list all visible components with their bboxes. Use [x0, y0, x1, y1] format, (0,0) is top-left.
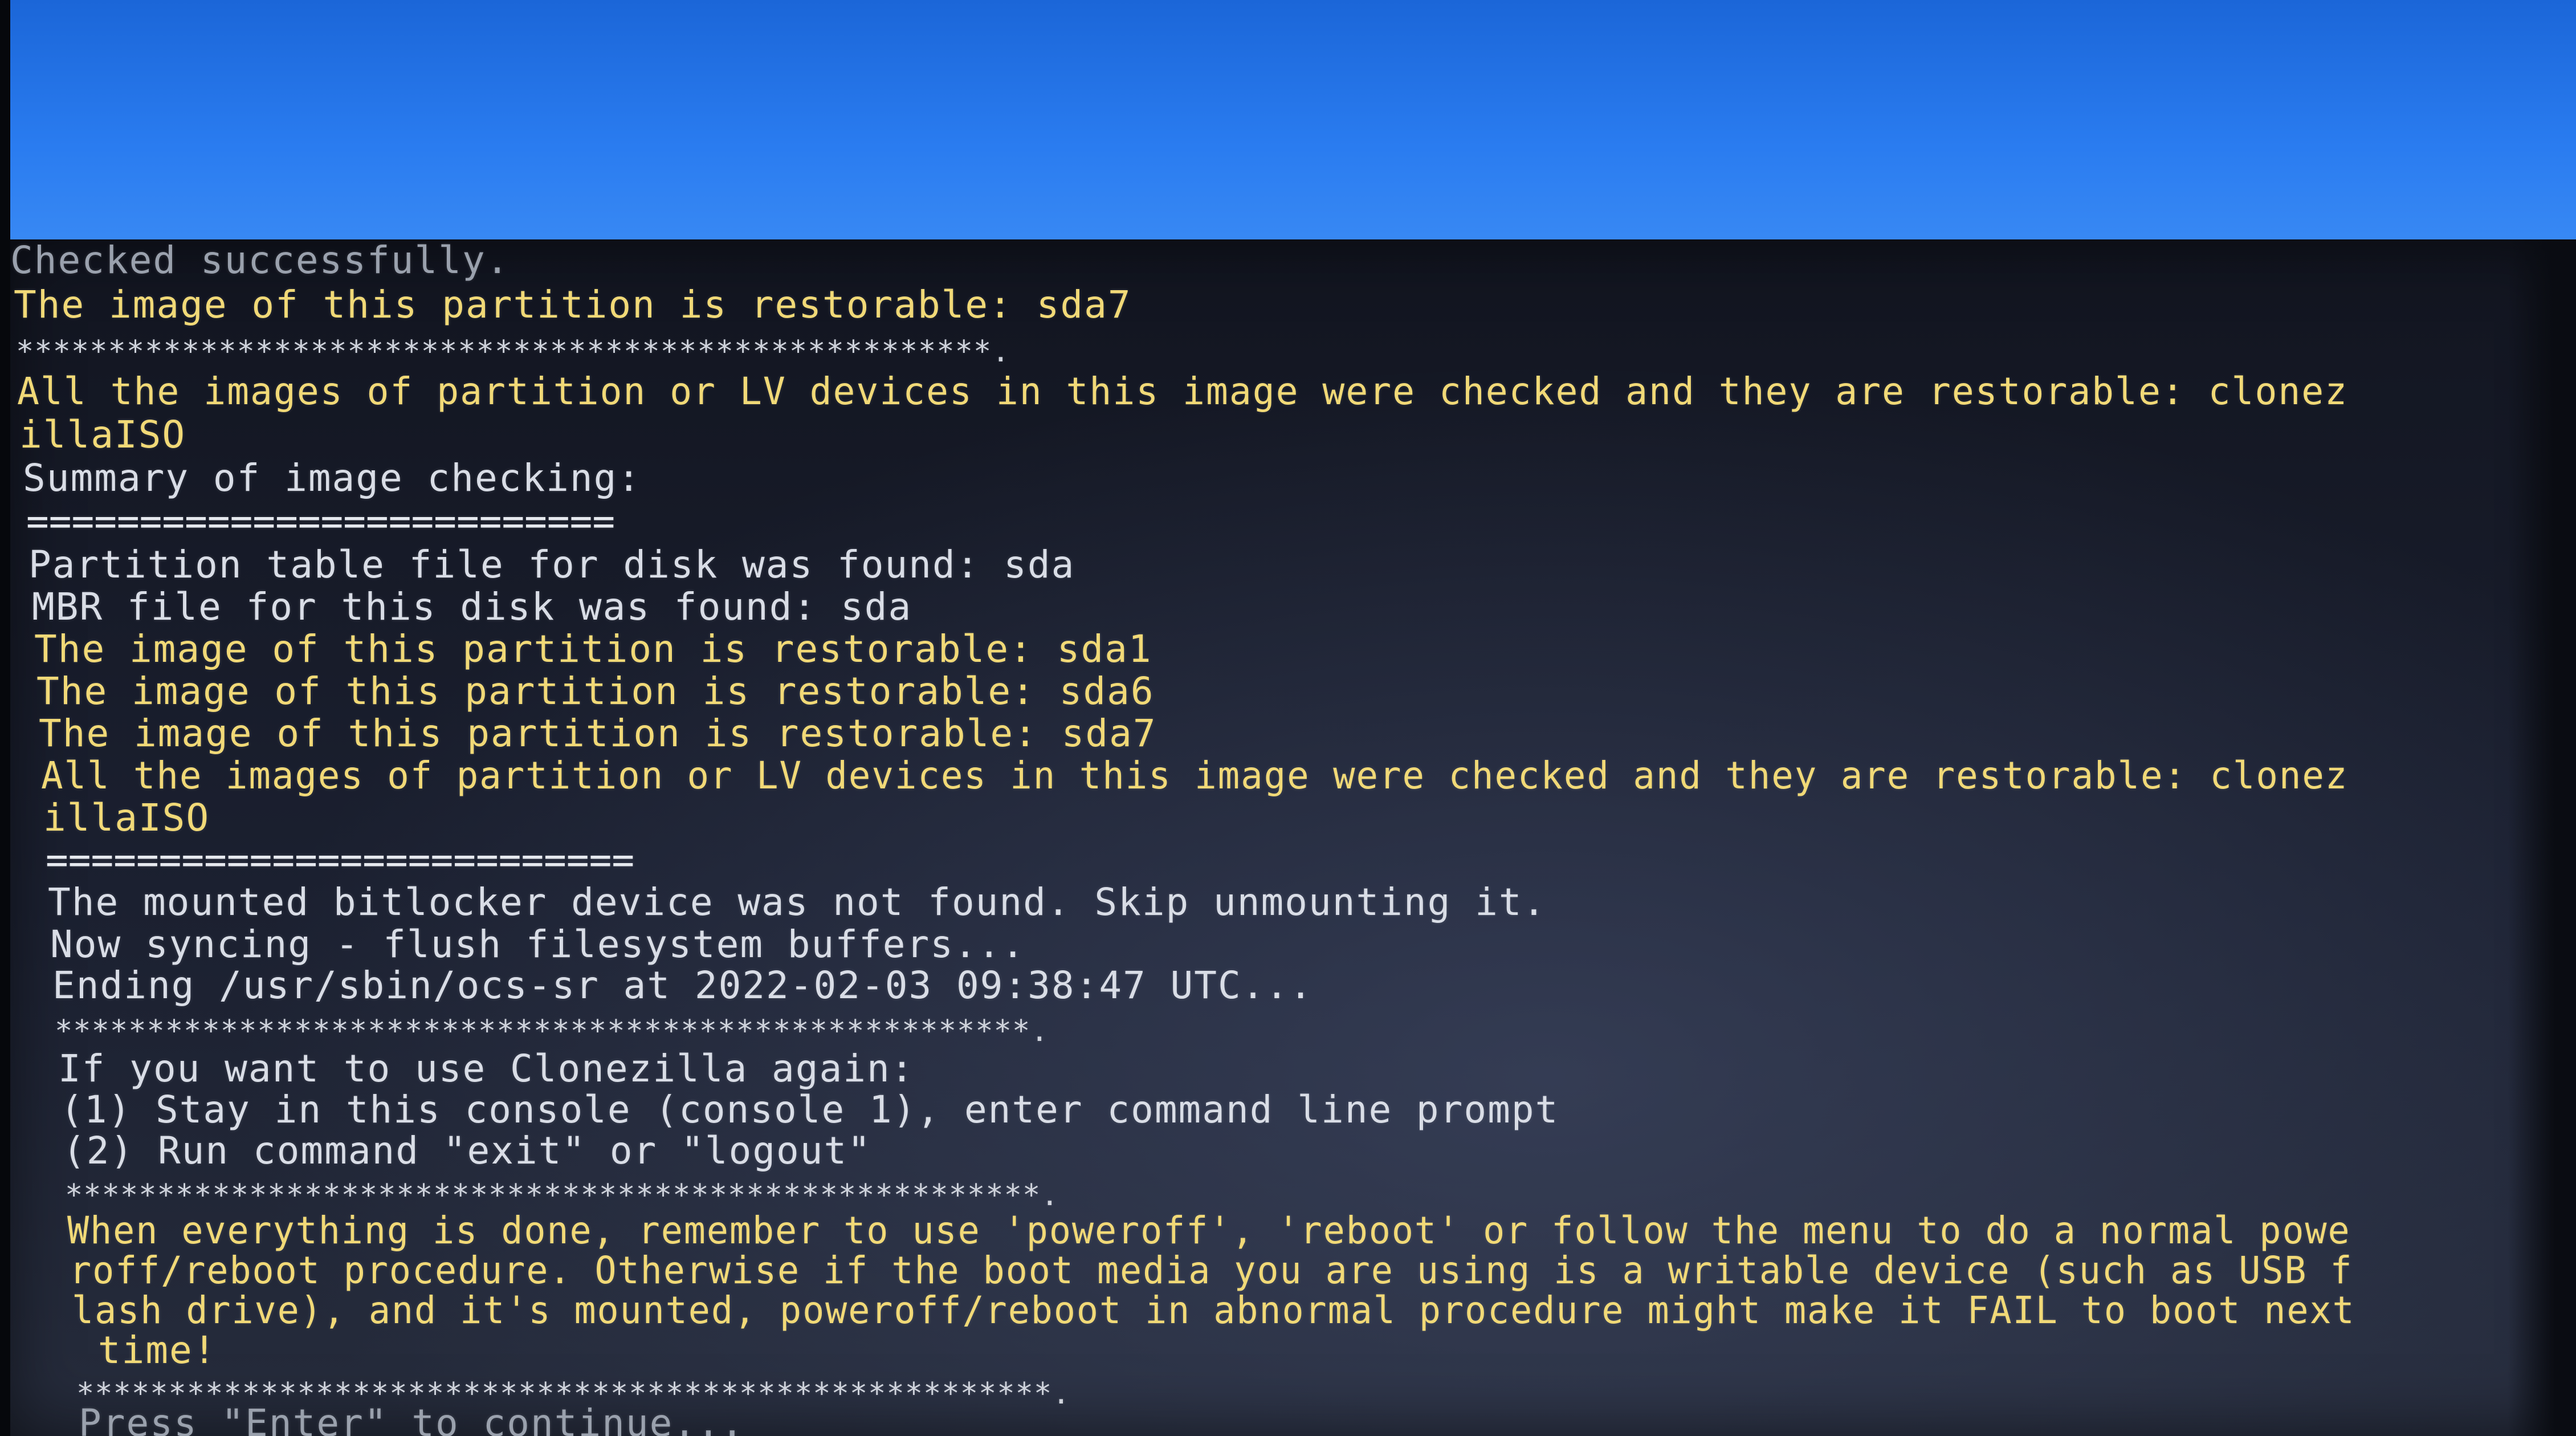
console-option-stay: (1) Stay in this console (console 1), en… [60, 1088, 1559, 1132]
console-line-restorable-sda6: The image of this partition is restorabl… [36, 669, 1155, 713]
monitor-photo: Checked successfully. The image of this … [0, 0, 2576, 1436]
console-line-poweroff-notice-1: When everything is done, remember to use… [67, 1209, 2351, 1252]
console-line-poweroff-notice-3: lash drive), and it's mounted, poweroff/… [72, 1288, 2355, 1332]
monitor-bezel-right [2508, 239, 2576, 1436]
console-line-restorable-sda7-2: The image of this partition is restorabl… [39, 711, 1157, 755]
console-line-all-restorable: All the images of partition or LV device… [17, 369, 2349, 413]
console-line-bitlocker: The mounted bitlocker device was not fou… [48, 880, 1547, 924]
console-line-ending: Ending /usr/sbin/ocs-sr at 2022-02-03 09… [52, 963, 1313, 1007]
console-line-all-restorable-2-wrap: illaISO [43, 796, 210, 840]
clonezilla-console[interactable]: Checked successfully. The image of this … [6, 239, 2576, 1436]
console-separator-equals: ========================== [26, 499, 616, 543]
monitor-bezel-left [0, 0, 10, 1436]
console-line-all-restorable-2: All the images of partition or LV device… [41, 754, 2349, 798]
console-line-all-restorable-wrap: illaISO [19, 413, 186, 457]
console-line-restorable-sda7: The image of this partition is restorabl… [14, 283, 1132, 327]
console-separator-stars-2: ****************************************… [55, 1014, 1049, 1048]
console-line-restorable-sda1: The image of this partition is restorabl… [34, 627, 1152, 671]
console-option-exit: (2) Run command "exit" or "logout" [63, 1129, 872, 1173]
desktop-wallpaper [0, 0, 2576, 268]
console-prompt-press-enter[interactable]: Press "Enter" to continue... [79, 1402, 745, 1436]
console-line-summary-heading: Summary of image checking: [23, 456, 642, 500]
console-line-mbr-file: MBR file for this disk was found: sda [32, 585, 912, 629]
console-line-poweroff-notice-2: roff/reboot procedure. Otherwise if the … [70, 1248, 2353, 1292]
console-line-poweroff-notice-4: time! [74, 1328, 217, 1372]
console-separator-equals-2: ========================== [46, 838, 635, 882]
console-line-checked: Checked successfully. [10, 238, 510, 282]
console-separator-stars: ****************************************… [16, 335, 1010, 369]
console-line-use-again: If you want to use Clonezilla again: [58, 1047, 915, 1091]
console-line-syncing: Now syncing - flush filesystem buffers..… [50, 922, 1026, 966]
console-line-partition-table: Partition table file for disk was found:… [28, 543, 1075, 587]
